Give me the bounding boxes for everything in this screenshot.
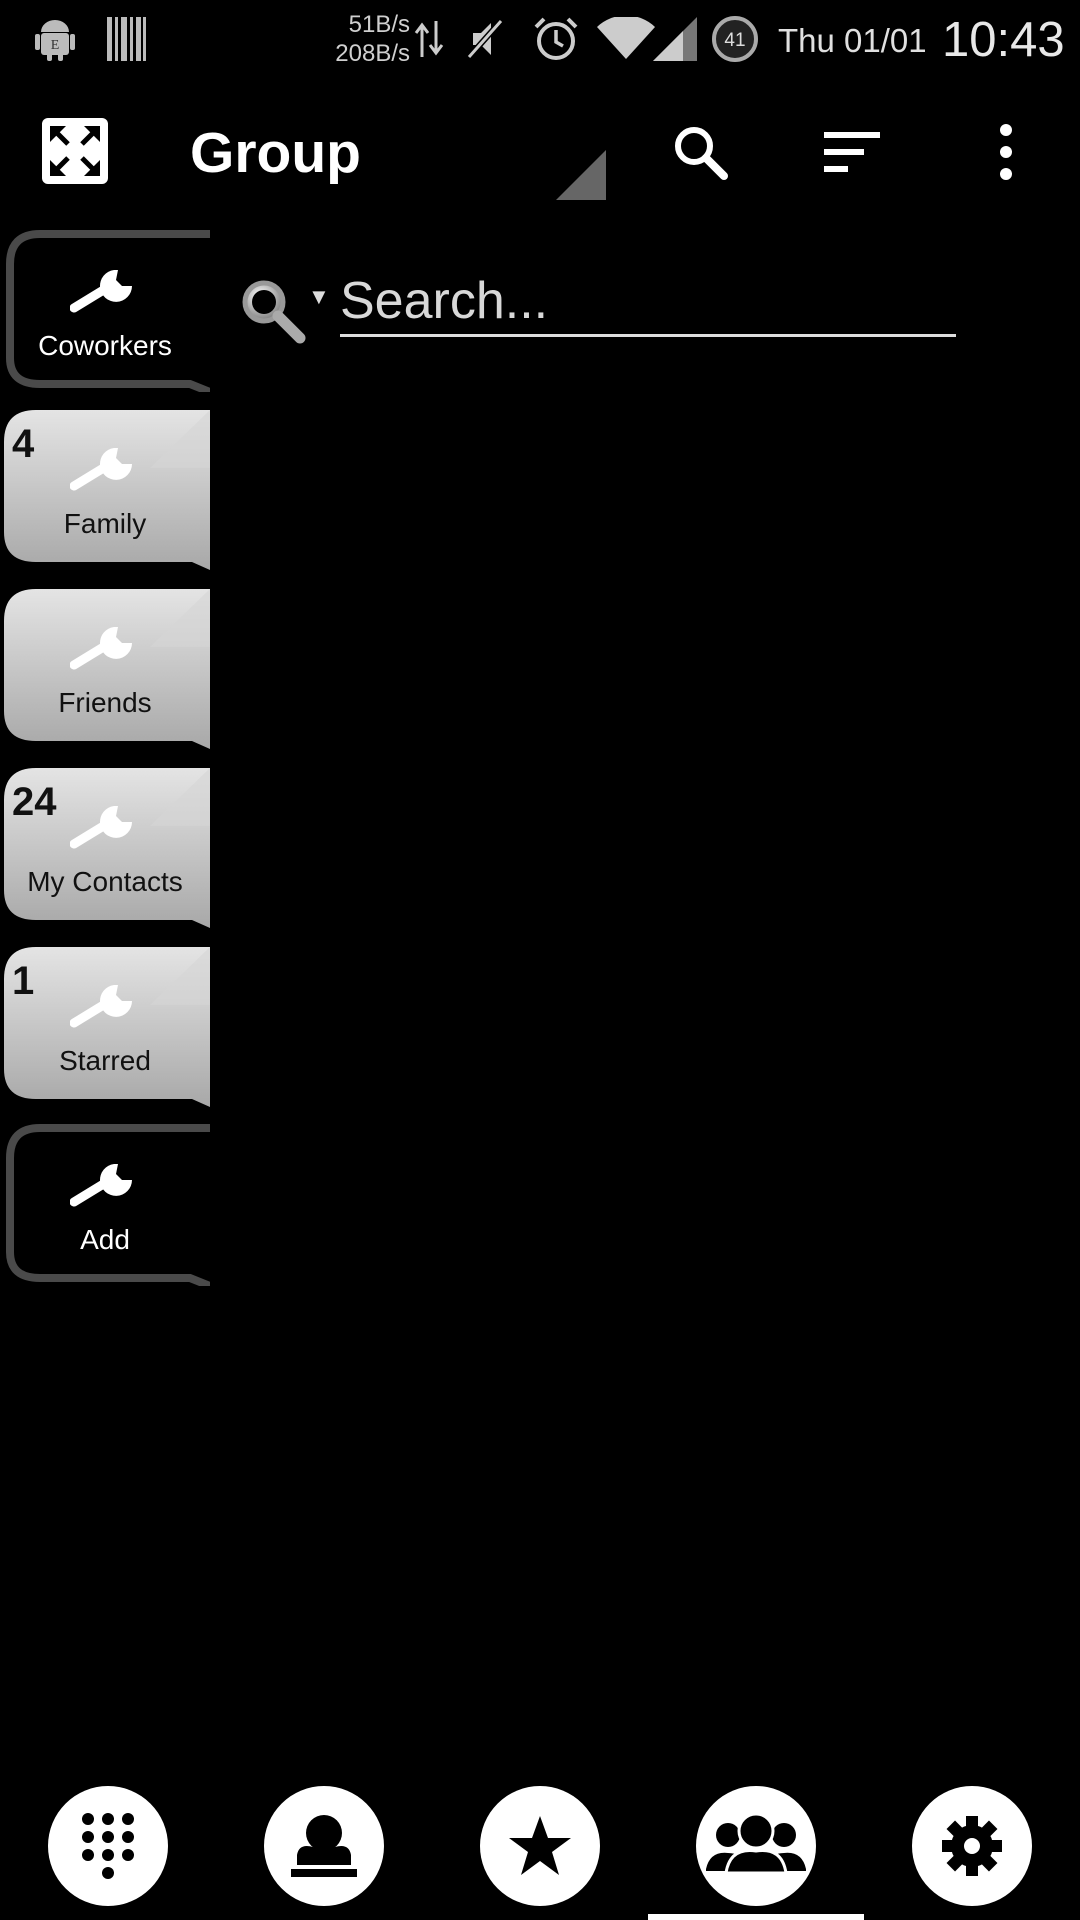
search-icon bbox=[675, 127, 728, 180]
search-dropdown-arrow-icon[interactable]: ▼ bbox=[308, 284, 330, 310]
group-tab-count: 1 bbox=[12, 959, 35, 1003]
sort-button[interactable] bbox=[814, 114, 890, 190]
page-title: Group bbox=[190, 121, 361, 185]
mute-icon bbox=[462, 0, 508, 78]
group-tab-friends[interactable]: Friends bbox=[0, 587, 210, 749]
active-tab-indicator bbox=[648, 1914, 864, 1920]
search-button[interactable] bbox=[662, 114, 738, 190]
overflow-menu-button[interactable] bbox=[968, 114, 1044, 190]
search-input[interactable] bbox=[340, 268, 956, 337]
group-tab-label: Add bbox=[80, 1224, 130, 1255]
group-tab-label: Friends bbox=[58, 687, 152, 718]
wrench-icon bbox=[70, 806, 132, 849]
group-tab-add[interactable]: Add bbox=[0, 1124, 210, 1286]
wifi-icon bbox=[596, 0, 656, 78]
battery-level-text: 41 bbox=[724, 30, 745, 51]
net-down-text: 208B/s bbox=[335, 40, 410, 67]
sort-icon bbox=[824, 132, 880, 172]
battery-icon: 41 bbox=[710, 0, 760, 78]
wrench-icon bbox=[70, 1164, 132, 1207]
wrench-icon bbox=[70, 627, 132, 670]
settings-icon bbox=[942, 1816, 1002, 1876]
nav-contacts-button[interactable] bbox=[264, 1786, 384, 1906]
data-transfer-icon bbox=[412, 0, 446, 78]
group-tab-label: Starred bbox=[59, 1045, 151, 1076]
contact-icon bbox=[291, 1815, 357, 1877]
action-bar: Group bbox=[0, 78, 1080, 226]
barcode-icon bbox=[104, 0, 150, 78]
group-tab-label: My Contacts bbox=[27, 866, 183, 897]
title-dropdown-indicator[interactable] bbox=[556, 150, 606, 200]
wrench-icon bbox=[70, 448, 132, 491]
android-icon: E bbox=[30, 0, 80, 78]
network-speed: 51B/s 208B/s bbox=[300, 10, 410, 68]
group-tab-coworkers[interactable]: Coworkers bbox=[0, 230, 210, 392]
expand-button[interactable] bbox=[42, 118, 108, 184]
group-tab-count: 24 bbox=[12, 780, 57, 824]
nav-favorites-button[interactable] bbox=[480, 1786, 600, 1906]
group-tab-label: Coworkers bbox=[38, 330, 172, 361]
status-date: Thu 01/01 bbox=[778, 22, 927, 59]
nav-groups-button[interactable] bbox=[696, 1786, 816, 1906]
status-bar: E 51B/s 208B/s 41 Thu 01/01 10:43 bbox=[0, 0, 1080, 78]
alarm-icon bbox=[530, 0, 582, 78]
magnifier-icon bbox=[242, 280, 306, 344]
wrench-icon bbox=[70, 985, 132, 1028]
group-tab-family[interactable]: 4 Family bbox=[0, 408, 210, 570]
group-tab-starred[interactable]: 1 Starred bbox=[0, 945, 210, 1107]
net-up-text: 51B/s bbox=[348, 11, 410, 38]
overflow-menu-icon bbox=[1000, 124, 1012, 180]
star-icon bbox=[509, 1816, 571, 1875]
svg-text:E: E bbox=[51, 38, 60, 53]
search-mode-button[interactable] bbox=[238, 276, 308, 346]
dialpad-icon bbox=[82, 1813, 134, 1879]
group-tab-my-contacts[interactable]: 24 My Contacts bbox=[0, 766, 210, 928]
wrench-icon bbox=[70, 270, 132, 313]
group-tab-count: 4 bbox=[12, 422, 35, 466]
groups-icon bbox=[706, 1813, 806, 1875]
expand-icon bbox=[50, 126, 100, 176]
nav-settings-button[interactable] bbox=[912, 1786, 1032, 1906]
status-time: 10:43 bbox=[942, 13, 1065, 67]
bottom-nav bbox=[0, 1780, 1080, 1920]
nav-dialpad-button[interactable] bbox=[48, 1786, 168, 1906]
signal-icon bbox=[652, 0, 698, 78]
group-tab-label: Family bbox=[63, 508, 147, 539]
